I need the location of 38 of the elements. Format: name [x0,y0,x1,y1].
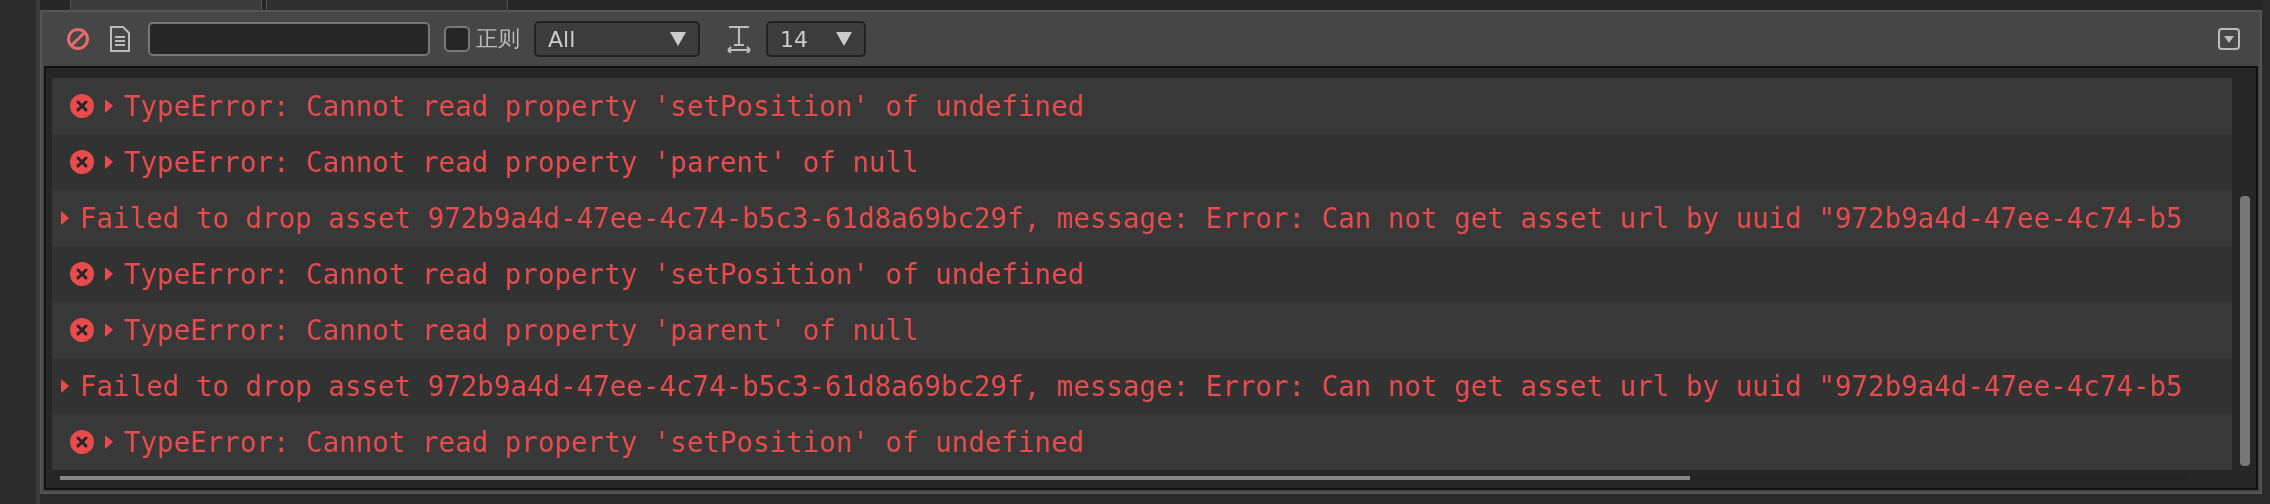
expand-caret-icon[interactable] [60,378,70,394]
expand-caret-icon[interactable] [104,154,114,170]
log-row[interactable]: Failed to drop asset 972b9a4d-47ee-4c74-b5c3-61d8a69bc29f, message: Error: Can not get asset url by uuid "972b9a4d-47ee-4c74-b5 [52,358,2232,414]
expand-caret-icon[interactable] [60,210,70,226]
expand-caret-icon[interactable] [104,434,114,450]
expand-caret-icon[interactable] [104,322,114,338]
expand-caret-icon[interactable] [104,98,114,114]
log-message: TypeError: Cannot read property 'parent' of null [124,314,919,346]
log-message: Failed to drop asset 972b9a4d-47ee-4c74-b5c3-61d8a69bc29f, message: Error: Can not get asset url by uuid "972b9a4d-47ee-4c74-b5 [80,202,2183,234]
log-row[interactable]: TypeError: Cannot read property 'parent' of null [52,302,2232,358]
log-row[interactable]: TypeError: Cannot read property 'setPosition' of undefined [52,246,2232,302]
error-icon [70,430,94,454]
log-row[interactable]: TypeError: Cannot read property 'setPosition' of undefined [52,414,2232,470]
log-row[interactable]: TypeError: Cannot read property 'setPosition' of undefined [52,78,2232,134]
error-icon [70,318,94,342]
log-message: TypeError: Cannot read property 'parent' of null [124,146,919,178]
font-size-dropdown[interactable]: 14 [766,21,866,57]
font-size-icon [726,25,752,53]
error-icon [70,94,94,118]
panel-tab[interactable] [266,0,508,11]
horizontal-scrollbar[interactable] [60,476,2186,480]
collapse-toggle-icon[interactable] [2218,28,2240,50]
log-row[interactable]: TypeError: Cannot read property 'parent' of null [52,134,2232,190]
error-icon [70,150,94,174]
error-icon [70,262,94,286]
search-field[interactable] [148,22,430,56]
clear-button[interactable] [64,25,92,53]
dropdown-arrow-icon [670,32,686,46]
log-message: TypeError: Cannot read property 'setPosition' of undefined [124,90,1085,122]
level-filter-dropdown[interactable]: All [534,21,700,57]
log-message: TypeError: Cannot read property 'setPosition' of undefined [124,426,1085,458]
log-message: Failed to drop asset 972b9a4d-47ee-4c74-b5c3-61d8a69bc29f, message: Error: Can not get asset url by uuid "972b9a4d-47ee-4c74-b5 [80,370,2183,402]
expand-caret-icon[interactable] [104,266,114,282]
regex-label: 正则 [476,25,520,53]
log-row[interactable]: Failed to drop asset 972b9a4d-47ee-4c74-b5c3-61d8a69bc29f, message: Error: Can not get asset url by uuid "972b9a4d-47ee-4c74-b5 [52,190,2232,246]
regex-checkbox[interactable] [444,26,470,52]
log-message: TypeError: Cannot read property 'setPosition' of undefined [124,258,1085,290]
dropdown-arrow-icon [836,32,852,46]
